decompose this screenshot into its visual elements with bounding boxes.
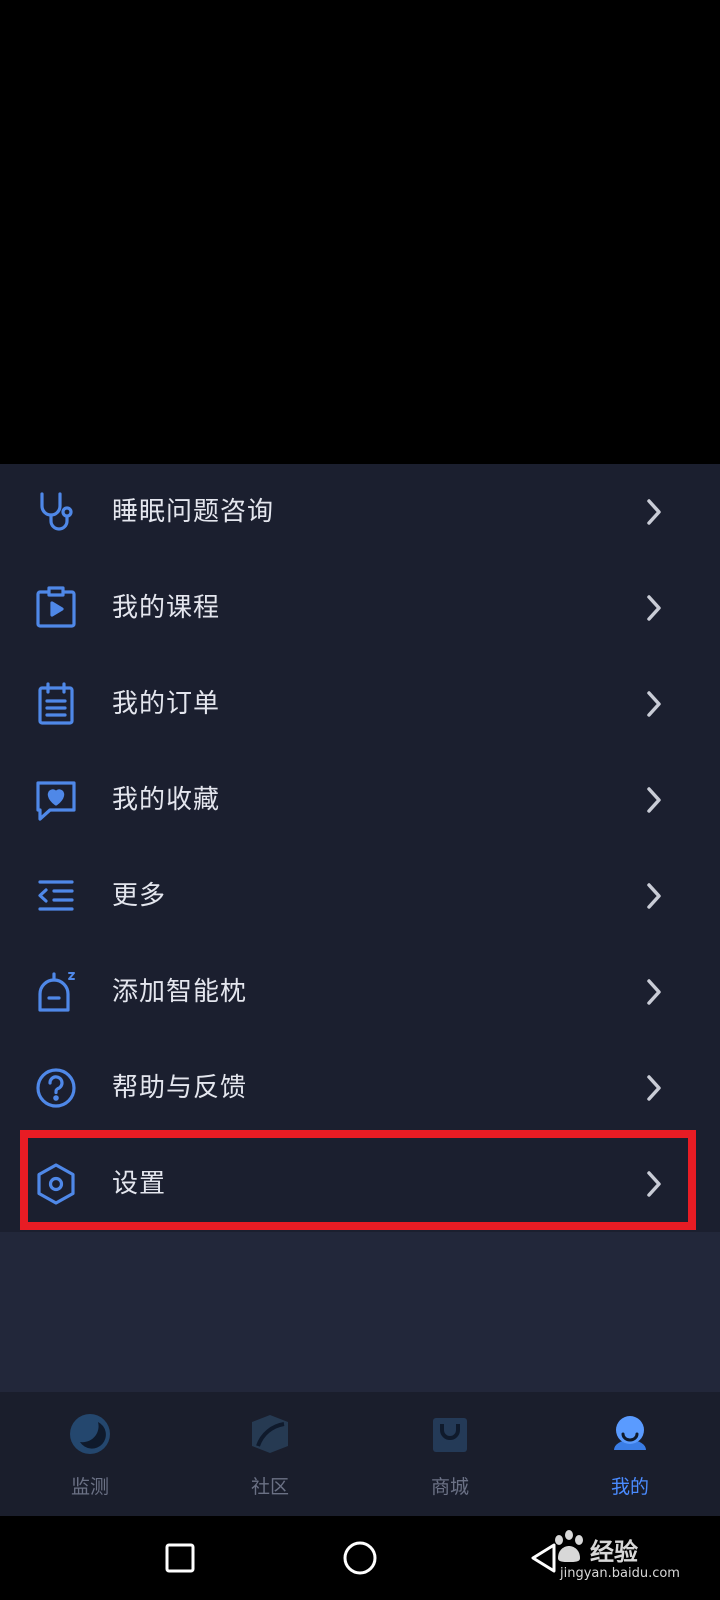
menu-item-my-courses[interactable]: 我的课程: [0, 560, 720, 656]
smart-pillow-icon: [32, 968, 80, 1016]
shop-bag-icon: [428, 1412, 472, 1456]
bottom-tab-bar: 监测 社区 商城 我的: [0, 1392, 720, 1516]
menu-item-label: 更多: [112, 881, 167, 911]
menu-indent-icon: [32, 872, 80, 920]
menu-item-label: 睡眠问题咨询: [112, 497, 275, 527]
community-icon: [248, 1412, 292, 1456]
menu-item-settings[interactable]: 设置: [0, 1136, 720, 1232]
menu-item-help-feedback[interactable]: 帮助与反馈: [0, 1040, 720, 1136]
chevron-right-icon: [636, 590, 672, 626]
tab-shop[interactable]: 商城: [360, 1392, 540, 1516]
tab-mine[interactable]: 我的: [540, 1392, 720, 1516]
chevron-right-icon: [636, 686, 672, 722]
empty-area: [0, 1232, 720, 1392]
tab-monitor[interactable]: 监测: [0, 1392, 180, 1516]
chevron-right-icon: [636, 494, 672, 530]
stethoscope-icon: [32, 488, 80, 536]
recent-apps-square-icon[interactable]: [158, 1536, 202, 1580]
menu-item-label: 帮助与反馈: [112, 1073, 248, 1103]
tab-community[interactable]: 社区: [180, 1392, 360, 1516]
watermark-title: 经验: [590, 1538, 638, 1566]
menu-item-label: 我的课程: [112, 593, 221, 623]
tab-label: 社区: [250, 1476, 289, 1498]
menu-item-my-orders[interactable]: 我的订单: [0, 656, 720, 752]
home-circle-icon[interactable]: [338, 1536, 382, 1580]
chevron-right-icon: [636, 878, 672, 914]
order-list-icon: [32, 680, 80, 728]
course-clipboard-play-icon: [32, 584, 80, 632]
menu-item-add-smart-pillow[interactable]: 添加智能枕: [0, 944, 720, 1040]
tab-label: 商城: [430, 1476, 469, 1498]
baidu-paw-logo-icon: [550, 1530, 588, 1568]
menu-item-my-favorites[interactable]: 我的收藏: [0, 752, 720, 848]
menu-item-label: 设置: [112, 1169, 167, 1199]
hexagon-gear-icon: [32, 1160, 80, 1208]
menu-item-label: 我的订单: [112, 689, 221, 719]
moon-icon: [68, 1412, 112, 1456]
tab-label: 我的: [610, 1476, 649, 1498]
menu-item-sleep-consult[interactable]: 睡眠问题咨询: [0, 464, 720, 560]
tab-label: 监测: [70, 1476, 109, 1498]
chevron-right-icon: [636, 1166, 672, 1202]
chevron-right-icon: [636, 1070, 672, 1106]
menu-item-label: 我的收藏: [112, 785, 221, 815]
phone-screen: 睡眠问题咨询 我的课程 我的订单 我的收藏 更多 添加智能枕 帮助与反馈 设置 …: [0, 0, 720, 1600]
top-dark-area: [0, 0, 720, 464]
chevron-right-icon: [636, 974, 672, 1010]
menu-item-label: 添加智能枕: [112, 977, 248, 1007]
profile-icon: [608, 1412, 652, 1456]
heart-bubble-icon: [32, 776, 80, 824]
menu-item-more[interactable]: 更多: [0, 848, 720, 944]
baidu-jingyan-watermark: 经验 jingyan.baidu.com: [550, 1530, 700, 1586]
profile-menu-list: 睡眠问题咨询 我的课程 我的订单 我的收藏 更多 添加智能枕 帮助与反馈 设置: [0, 464, 720, 1232]
chevron-right-icon: [636, 782, 672, 818]
question-circle-icon: [32, 1064, 80, 1112]
watermark-url: jingyan.baidu.com: [560, 1566, 680, 1581]
